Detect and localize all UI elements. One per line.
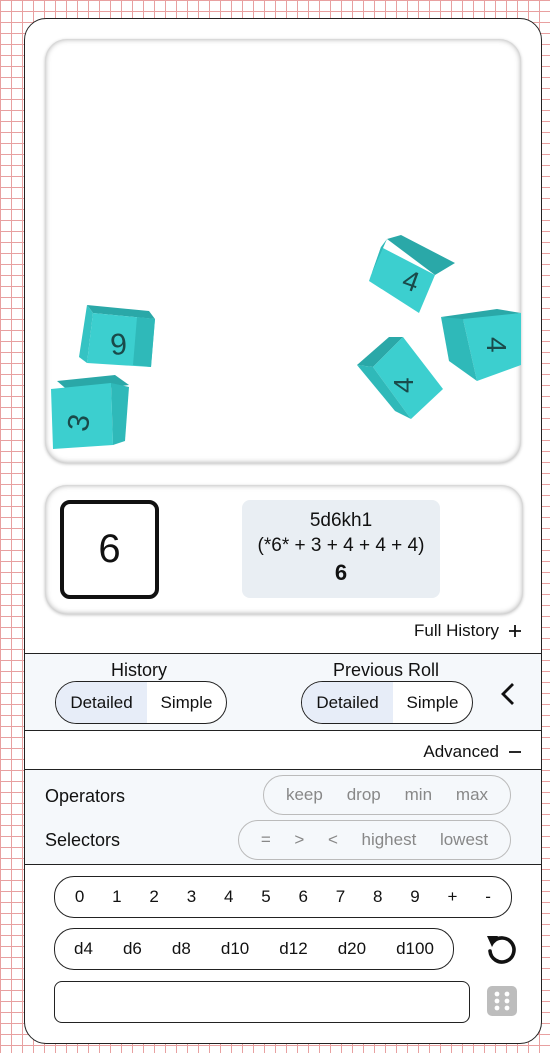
chevron-left-icon[interactable] <box>499 682 517 706</box>
key-6[interactable]: 6 <box>298 887 307 907</box>
result-value: 6 <box>60 500 159 599</box>
reroll-icon[interactable] <box>484 931 520 967</box>
advanced-section: Operators keep drop min max Selectors = … <box>25 769 541 865</box>
selectors-label: Selectors <box>45 830 121 850</box>
roll-total: 6 <box>334 560 348 585</box>
key-d4[interactable]: d4 <box>74 939 93 959</box>
selector-greater[interactable]: > <box>294 830 304 850</box>
key-9[interactable]: 9 <box>410 887 419 907</box>
previous-roll-label: Previous Roll <box>333 660 440 680</box>
key-d100[interactable]: d100 <box>396 939 434 959</box>
previous-roll-detailed-option[interactable]: Detailed <box>302 682 393 723</box>
key-minus[interactable]: - <box>485 887 491 907</box>
key-4[interactable]: 4 <box>224 887 233 907</box>
roll-notation: 5d6kh1 <box>309 510 373 531</box>
key-8[interactable]: 8 <box>373 887 382 907</box>
die: 4 <box>357 337 443 419</box>
operators-label: Operators <box>45 786 126 806</box>
number-keypad: 0 1 2 3 4 5 6 7 8 9 + - <box>54 876 512 918</box>
die-face: 4 <box>481 337 512 353</box>
key-2[interactable]: 2 <box>149 887 158 907</box>
key-7[interactable]: 7 <box>336 887 345 907</box>
die-face: 9 <box>109 328 128 362</box>
operator-min[interactable]: min <box>405 785 432 805</box>
die: 3 <box>51 375 129 449</box>
key-0[interactable]: 0 <box>75 887 84 907</box>
key-5[interactable]: 5 <box>261 887 270 907</box>
die: 9 <box>79 305 155 367</box>
operator-drop[interactable]: drop <box>347 785 381 805</box>
roll-breakdown: (*6* + 3 + 4 + 4 + 4) <box>257 535 425 556</box>
dice-keypad: d4 d6 d8 d10 d12 d20 d100 <box>54 928 454 970</box>
key-d8[interactable]: d8 <box>172 939 191 959</box>
plus-icon <box>509 625 521 637</box>
dice-expression-input[interactable] <box>54 981 470 1023</box>
history-simple-option[interactable]: Simple <box>147 682 226 723</box>
key-1[interactable]: 1 <box>112 887 121 907</box>
result-breakdown: 5d6kh1 (*6* + 3 + 4 + 4 + 4) 6 <box>242 500 440 598</box>
key-d12[interactable]: d12 <box>279 939 307 959</box>
full-history-label: Full History <box>413 621 499 640</box>
operators-group: keep drop min max <box>263 775 511 815</box>
display-options-section: History Detailed Simple Previous Roll De… <box>25 653 541 731</box>
operator-max[interactable]: max <box>456 785 488 805</box>
key-plus[interactable]: + <box>448 887 458 907</box>
advanced-label: Advanced <box>423 742 499 761</box>
die: 4 <box>441 309 521 381</box>
advanced-toggle[interactable]: Advanced <box>423 742 521 762</box>
history-mode-toggle: Detailed Simple <box>55 681 227 724</box>
operator-keep[interactable]: keep <box>286 785 323 805</box>
previous-roll-mode-toggle: Detailed Simple <box>301 681 473 724</box>
history-detailed-option[interactable]: Detailed <box>56 682 147 723</box>
result-panel: 6 5d6kh1 (*6* + 3 + 4 + 4 + 4) 6 <box>45 485 523 614</box>
key-3[interactable]: 3 <box>187 887 196 907</box>
minus-icon <box>509 751 521 753</box>
history-label: History <box>111 660 168 680</box>
previous-roll-simple-option[interactable]: Simple <box>393 682 472 723</box>
dice-roller-card: 9 3 4 4 4 6 5d6kh1 (*6* + 3 + 4 + 4 + 4)… <box>24 18 542 1044</box>
selector-lowest[interactable]: lowest <box>440 830 488 850</box>
key-d20[interactable]: d20 <box>338 939 366 959</box>
selectors-group: = > < highest lowest <box>238 820 511 860</box>
roll-dice-icon[interactable] <box>487 986 517 1016</box>
die: 4 <box>369 235 455 313</box>
selector-less[interactable]: < <box>328 830 338 850</box>
dice-tray: 9 3 4 4 4 <box>45 39 521 463</box>
full-history-toggle[interactable]: Full History <box>414 621 521 641</box>
selector-equals[interactable]: = <box>261 830 271 850</box>
key-d6[interactable]: d6 <box>123 939 142 959</box>
selector-highest[interactable]: highest <box>362 830 417 850</box>
die-face: 4 <box>388 377 419 393</box>
key-d10[interactable]: d10 <box>221 939 249 959</box>
